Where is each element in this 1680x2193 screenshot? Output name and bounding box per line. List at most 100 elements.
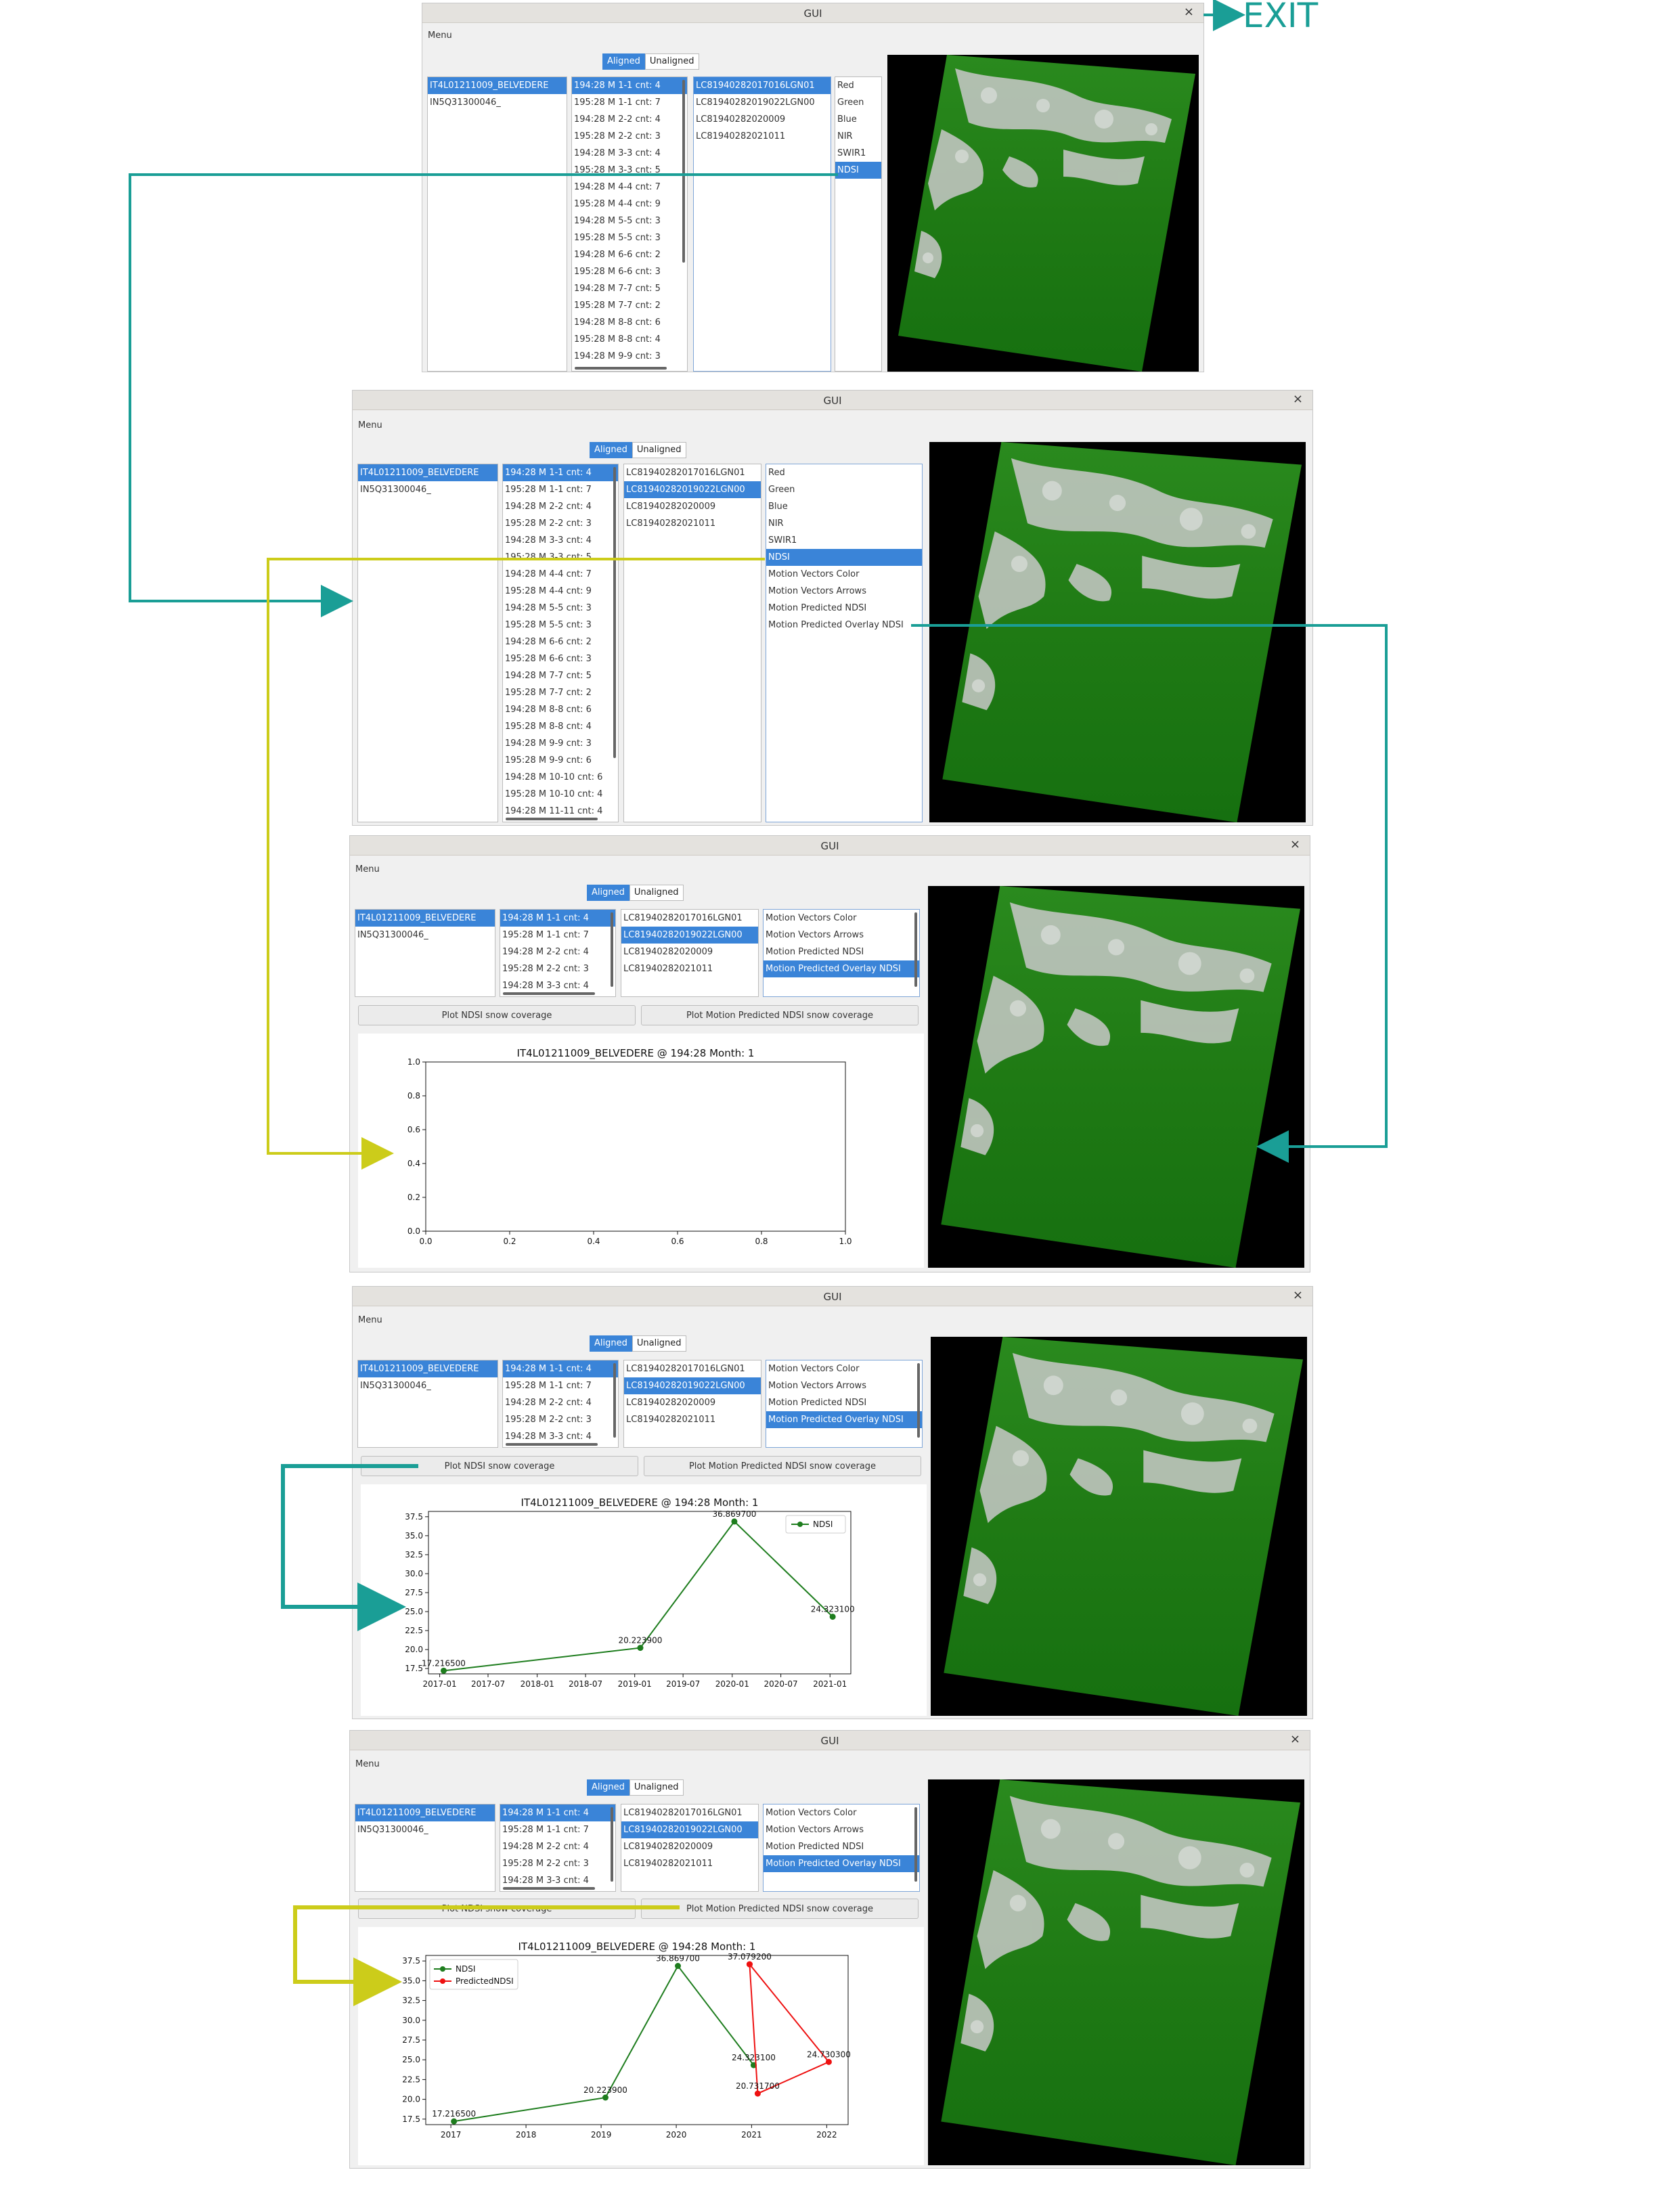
list-item[interactable]: 194:28 M 3-3 cnt: 4 — [503, 532, 618, 549]
tab-unaligned[interactable]: Unaligned — [632, 1335, 686, 1352]
tab-unaligned[interactable]: Unaligned — [644, 53, 699, 70]
scrollbar[interactable] — [914, 912, 917, 987]
title-bar[interactable]: GUI × — [353, 1287, 1312, 1306]
list-item[interactable]: Motion Vectors Arrows — [764, 1821, 919, 1838]
plot-ndsi-button[interactable]: Plot NDSI snow coverage — [358, 1899, 636, 1919]
list-item[interactable]: LC81940282017016LGN01 — [624, 1360, 761, 1377]
list-item[interactable]: LC81940282019022LGN00 — [624, 1377, 761, 1394]
list-item[interactable]: 194:28 M 2-2 cnt: 4 — [572, 111, 687, 128]
month-list[interactable]: 194:28 M 1-1 cnt: 4 195:28 M 1-1 cnt: 7 19… — [571, 76, 688, 372]
scrollbar[interactable] — [575, 367, 667, 370]
tab-aligned[interactable]: Aligned — [590, 442, 632, 458]
list-item[interactable]: 194:28 M 9-9 cnt: 3 — [503, 735, 618, 752]
list-item[interactable]: 195:28 M 6-6 cnt: 3 — [572, 263, 687, 280]
close-icon[interactable]: × — [1184, 5, 1194, 19]
list-item[interactable]: 194:28 M 1-1 cnt: 4 — [503, 464, 618, 481]
list-item[interactable]: 195:28 M 1-1 cnt: 7 — [500, 1821, 615, 1838]
list-item[interactable]: 194:28 M 6-6 cnt: 2 — [503, 634, 618, 650]
list-item[interactable]: Motion Vectors Arrows — [766, 583, 922, 600]
list-item[interactable]: 195:28 M 8-8 cnt: 4 — [503, 718, 618, 735]
list-item[interactable]: 195:28 M 1-1 cnt: 7 — [503, 1377, 618, 1394]
title-bar[interactable]: GUI × — [350, 836, 1310, 856]
band-list[interactable]: Red Green Blue NIR SWIR1 NDSI Motion Vectors C… — [766, 464, 923, 822]
list-item[interactable]: 194:28 M 1-1 cnt: 4 — [500, 1804, 615, 1821]
list-item[interactable]: SWIR1 — [835, 145, 881, 162]
band-list[interactable]: Motion Vectors Color Motion Vectors Arrow… — [763, 909, 920, 997]
list-item[interactable]: LC81940282019022LGN00 — [621, 1821, 758, 1838]
scrollbar[interactable] — [917, 1363, 920, 1438]
close-icon[interactable]: × — [1290, 1733, 1300, 1746]
glacier-list[interactable]: IT4L01211009_BELVEDERE IN5Q31300046_ — [357, 1360, 498, 1448]
list-item[interactable]: 194:28 M 2-2 cnt: 4 — [503, 1394, 618, 1411]
list-item[interactable]: 195:28 M 5-5 cnt: 3 — [503, 617, 618, 634]
list-item[interactable]: 195:28 M 1-1 cnt: 7 — [500, 927, 615, 944]
list-item[interactable]: LC81940282020009 — [694, 111, 831, 128]
list-item[interactable]: Motion Predicted NDSI — [764, 1838, 919, 1855]
scrollbar[interactable] — [503, 1887, 595, 1890]
list-item[interactable]: IN5Q31300046_ — [428, 94, 567, 111]
scrollbar[interactable] — [682, 80, 685, 263]
close-icon[interactable]: × — [1293, 1289, 1303, 1302]
list-item[interactable]: 195:28 M 4-4 cnt: 9 — [572, 196, 687, 213]
tab-aligned[interactable]: Aligned — [587, 885, 629, 901]
band-list[interactable]: Motion Vectors Color Motion Vectors Arrow… — [763, 1804, 920, 1892]
scrollbar[interactable] — [611, 912, 613, 987]
month-list[interactable]: 194:28 M 1-1 cnt: 4 195:28 M 1-1 cnt: 7 19… — [502, 464, 619, 822]
list-item[interactable]: 194:28 M 4-4 cnt: 7 — [503, 566, 618, 583]
glacier-list[interactable]: IT4L01211009_BELVEDERE IN5Q31300046_ — [357, 464, 498, 822]
band-list[interactable]: Motion Vectors Color Motion Vectors Arrow… — [766, 1360, 923, 1448]
list-item[interactable]: IN5Q31300046_ — [358, 1377, 498, 1394]
plot-ndsi-button[interactable]: Plot NDSI snow coverage — [361, 1456, 638, 1476]
list-item[interactable]: LC81940282021011 — [694, 128, 831, 145]
title-bar[interactable]: GUI × — [422, 3, 1203, 23]
list-item[interactable]: 194:28 M 1-1 cnt: 4 — [500, 910, 615, 927]
list-item[interactable]: Blue — [766, 498, 922, 515]
list-item[interactable]: IT4L01211009_BELVEDERE — [355, 1804, 495, 1821]
list-item[interactable]: 195:28 M 7-7 cnt: 2 — [572, 297, 687, 314]
list-item[interactable]: 194:28 M 5-5 cnt: 3 — [503, 600, 618, 617]
list-item[interactable]: Motion Vectors Arrows — [764, 927, 919, 944]
list-item[interactable]: Motion Predicted NDSI — [764, 944, 919, 960]
glacier-list[interactable]: IT4L01211009_BELVEDERE IN5Q31300046_ — [355, 1804, 495, 1892]
title-bar[interactable]: GUI × — [350, 1731, 1310, 1750]
plot-motion-ndsi-button[interactable]: Plot Motion Predicted NDSI snow coverage — [641, 1899, 919, 1919]
list-item[interactable]: IT4L01211009_BELVEDERE — [355, 910, 495, 927]
list-item[interactable]: 194:28 M 7-7 cnt: 5 — [503, 667, 618, 684]
list-item[interactable]: 194:28 M 9-9 cnt: 3 — [572, 348, 687, 365]
list-item[interactable]: LC81940282019022LGN00 — [621, 927, 758, 944]
list-item[interactable]: Green — [766, 481, 922, 498]
plot-ndsi-button[interactable]: Plot NDSI snow coverage — [358, 1005, 636, 1025]
list-item[interactable]: Motion Predicted Overlay NDSI — [766, 617, 922, 634]
band-list[interactable]: Red Green Blue NIR SWIR1 NDSI — [835, 76, 882, 372]
scrollbar[interactable] — [914, 1807, 917, 1882]
list-item[interactable]: 195:28 M 5-5 cnt: 3 — [572, 229, 687, 246]
scene-list[interactable]: LC81940282017016LGN01 LC81940282019022LG… — [623, 464, 761, 822]
plot-motion-ndsi-button[interactable]: Plot Motion Predicted NDSI snow coverage — [641, 1005, 919, 1025]
list-item[interactable]: NDSI — [766, 549, 922, 566]
tab-unaligned[interactable]: Unaligned — [629, 1779, 684, 1796]
menu[interactable]: Menu — [355, 864, 380, 874]
list-item[interactable]: 195:28 M 8-8 cnt: 4 — [572, 331, 687, 348]
scrollbar[interactable] — [506, 818, 598, 820]
list-item[interactable]: 194:28 M 10-10 cnt: 6 — [503, 769, 618, 786]
list-item[interactable]: IT4L01211009_BELVEDERE — [428, 77, 567, 94]
list-item[interactable]: NIR — [835, 128, 881, 145]
list-item[interactable]: SWIR1 — [766, 532, 922, 549]
menu[interactable]: Menu — [358, 1315, 382, 1325]
scrollbar[interactable] — [613, 1363, 616, 1438]
glacier-list[interactable]: IT4L01211009_BELVEDERE IN5Q31300046_ — [355, 909, 495, 997]
list-item[interactable]: Green — [835, 94, 881, 111]
list-item[interactable]: Red — [835, 77, 881, 94]
list-item[interactable]: 195:28 M 2-2 cnt: 3 — [572, 128, 687, 145]
scene-list[interactable]: LC81940282017016LGN01 LC81940282019022LG… — [693, 76, 831, 372]
scrollbar[interactable] — [503, 992, 595, 995]
tab-unaligned[interactable]: Unaligned — [629, 885, 684, 901]
list-item[interactable]: LC81940282020009 — [624, 498, 761, 515]
scrollbar[interactable] — [506, 1443, 598, 1446]
list-item[interactable]: Blue — [835, 111, 881, 128]
scene-list[interactable]: LC81940282017016LGN01 LC81940282019022LG… — [623, 1360, 761, 1448]
list-item[interactable]: 194:28 M 8-8 cnt: 6 — [572, 314, 687, 331]
list-item[interactable]: 195:28 M 10-10 cnt: 4 — [503, 786, 618, 803]
list-item[interactable]: Motion Predicted Overlay NDSI — [764, 1855, 919, 1872]
list-item[interactable]: 194:28 M 2-2 cnt: 4 — [500, 1838, 615, 1855]
